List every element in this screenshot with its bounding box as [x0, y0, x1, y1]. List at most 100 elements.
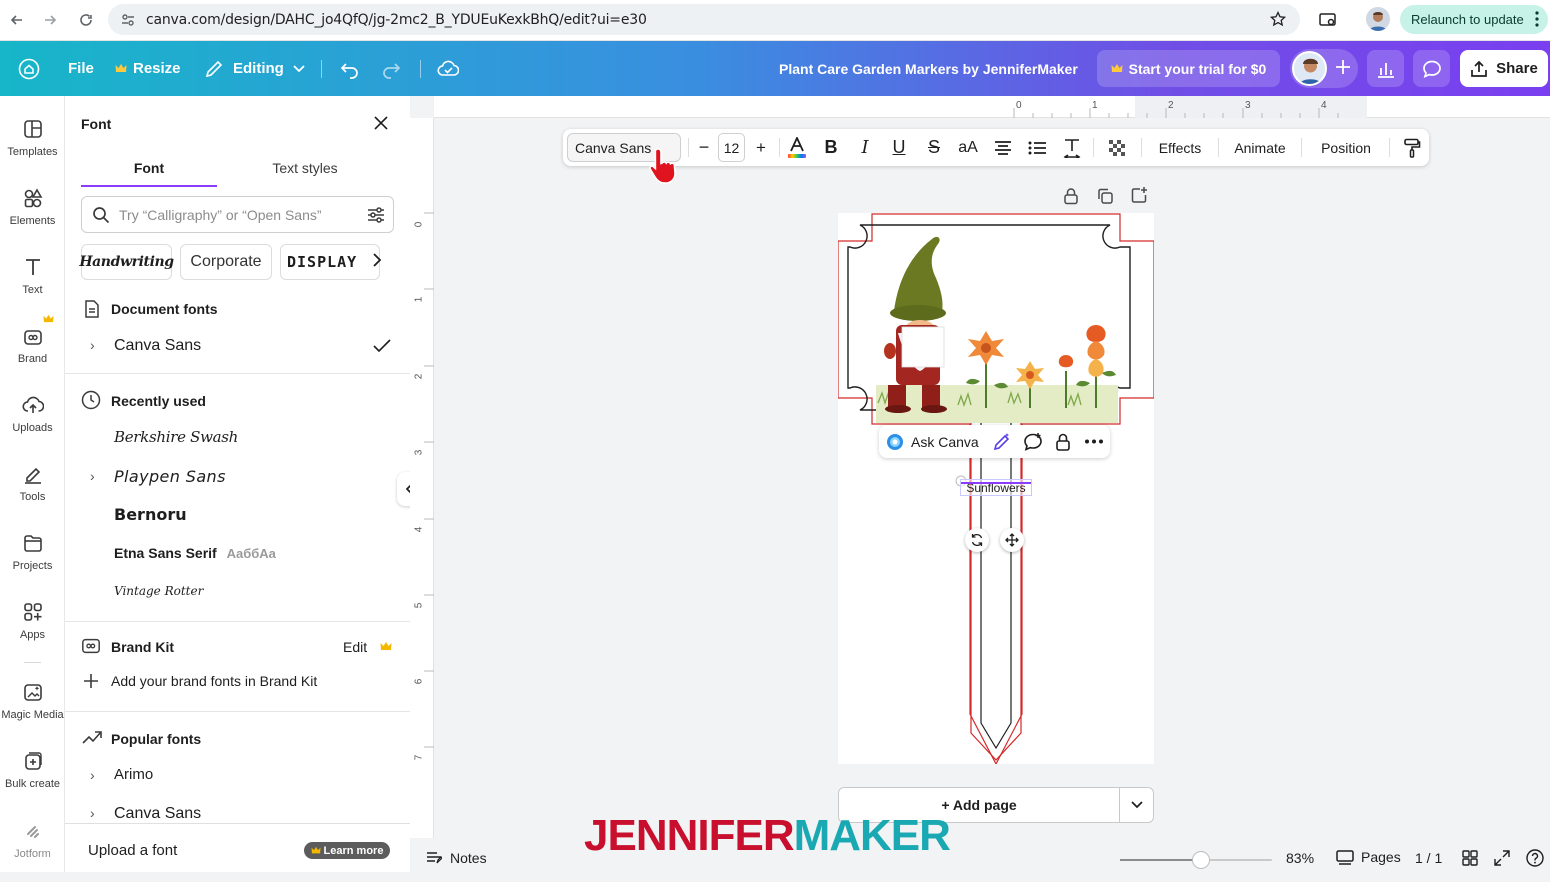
cast-icon[interactable] [1318, 10, 1338, 30]
resize-button[interactable]: Resize [115, 41, 181, 96]
relaunch-button[interactable]: Relaunch to update [1400, 5, 1548, 34]
rotate-handle[interactable] [965, 528, 989, 552]
lock-icon[interactable] [1054, 432, 1072, 452]
rail-projects[interactable]: Projects [0, 532, 65, 594]
zoom-slider-thumb[interactable] [1191, 851, 1210, 869]
expand-chevron-icon[interactable]: › [90, 468, 95, 484]
rail-text[interactable]: Text [0, 256, 65, 318]
font-item-playpen-sans[interactable]: Playpen Sans [114, 467, 226, 486]
font-item-canva-sans-popular[interactable]: Canva Sans [114, 805, 201, 823]
filter-icon[interactable] [366, 206, 386, 224]
site-settings-icon[interactable] [120, 12, 136, 28]
editing-mode-dropdown[interactable]: Editing [204, 41, 305, 96]
learn-more-badge[interactable]: Learn more [304, 842, 390, 859]
file-menu[interactable]: File [68, 41, 94, 96]
font-search-field[interactable]: Try “Calligraphy” or “Open Sans” [81, 196, 394, 233]
collaborators-group[interactable] [1290, 49, 1358, 88]
rail-jotform[interactable]: Jotform [0, 820, 65, 882]
magic-write-icon[interactable] [992, 432, 1012, 452]
position-button[interactable]: Position [1310, 129, 1382, 166]
start-trial-button[interactable]: Start your trial for $0 [1097, 50, 1280, 87]
grid-view-icon[interactable] [1462, 850, 1478, 866]
underline-button[interactable]: U [885, 129, 913, 166]
italic-button[interactable]: I [851, 129, 879, 166]
effects-button[interactable]: Effects [1149, 129, 1211, 166]
add-page-dropdown[interactable] [1120, 788, 1153, 822]
design-page[interactable]: Sunflowers [838, 213, 1154, 764]
font-item-etna-sans-serif[interactable]: Etna Sans Serif AaббAa [114, 545, 276, 561]
font-item-berkshire-swash[interactable]: Berkshire Swash [114, 428, 238, 446]
brand-kit-edit-link[interactable]: Edit [343, 639, 367, 655]
font-size-increase-button[interactable]: + [747, 129, 775, 166]
chip-display[interactable]: DISPLAY [280, 244, 380, 280]
animate-button[interactable]: Animate [1226, 129, 1294, 166]
rail-tools[interactable]: Tools [0, 463, 65, 525]
add-comment-icon[interactable] [1023, 432, 1043, 452]
notes-button[interactable]: Notes [426, 850, 487, 866]
add-element-icon[interactable] [1130, 186, 1148, 204]
redo-button[interactable] [381, 41, 401, 96]
search-input[interactable]: Try “Calligraphy” or “Open Sans” [119, 207, 322, 223]
font-item-canva-sans[interactable]: Canva Sans [114, 337, 201, 355]
more-options-icon[interactable] [1084, 439, 1104, 444]
font-size-input[interactable]: 12 [718, 133, 745, 162]
analytics-button[interactable] [1367, 50, 1404, 87]
list-button[interactable] [1023, 129, 1051, 166]
move-handle[interactable] [1000, 528, 1024, 552]
expand-chevron-icon[interactable]: › [90, 805, 95, 821]
save-status-button[interactable] [437, 41, 459, 96]
expand-chevron-icon[interactable]: › [90, 337, 95, 353]
zoom-level[interactable]: 83% [1286, 850, 1314, 866]
jotform-icon [26, 826, 39, 838]
spacing-button[interactable] [1058, 129, 1086, 166]
chips-next-icon[interactable] [372, 253, 382, 267]
rail-apps[interactable]: Apps [0, 601, 65, 663]
copy-style-button[interactable] [1399, 129, 1425, 166]
home-button[interactable] [18, 41, 40, 96]
bookmark-star-icon[interactable] [1270, 11, 1286, 27]
tab-text-styles[interactable]: Text styles [237, 160, 373, 176]
transparency-button[interactable] [1103, 129, 1131, 166]
letter-case-button[interactable]: aA [954, 129, 982, 166]
lock-element-icon[interactable] [1062, 187, 1080, 205]
zoom-slider-track[interactable] [1120, 851, 1272, 869]
address-bar[interactable]: canva.com/design/DAHC_jo4QfQ/jg-2mc2_B_Y… [108, 4, 1300, 35]
font-item-bernoru[interactable]: Bernoru [114, 505, 187, 524]
expand-chevron-icon[interactable]: › [90, 767, 95, 783]
rail-magic-media[interactable]: Magic Media [0, 681, 65, 743]
text-color-button[interactable] [783, 129, 811, 166]
font-item-vintage-rotter[interactable]: Vintage Rotter [114, 584, 203, 598]
rail-bulk-create[interactable]: Bulk create [0, 750, 65, 812]
add-collaborator-icon[interactable] [1335, 59, 1351, 75]
rail-uploads[interactable]: Uploads [0, 394, 65, 456]
add-brand-fonts-link[interactable]: Add your brand fonts in Brand Kit [111, 673, 317, 689]
pages-button[interactable]: Pages [1336, 849, 1401, 865]
share-button[interactable]: Share [1460, 50, 1548, 87]
help-icon[interactable] [1526, 849, 1544, 867]
forward-icon[interactable] [38, 8, 62, 32]
chip-handwriting[interactable]: Handwriting [79, 244, 174, 280]
font-item-arimo[interactable]: Arimo [114, 766, 153, 783]
design-title[interactable]: Plant Care Garden Markers by JenniferMak… [779, 41, 1078, 96]
font-size-decrease-button[interactable]: − [690, 129, 718, 166]
reload-icon[interactable] [74, 8, 98, 32]
ask-canva-button[interactable]: Ask Canva [886, 432, 979, 452]
close-panel-button[interactable] [373, 115, 389, 131]
strikethrough-button[interactable]: S [920, 129, 948, 166]
user-avatar[interactable] [1292, 51, 1327, 86]
bold-button[interactable]: B [817, 129, 845, 166]
align-button[interactable] [989, 129, 1017, 166]
back-icon[interactable] [5, 8, 29, 32]
upload-font-button[interactable]: Upload a font [88, 842, 177, 859]
duplicate-element-icon[interactable] [1096, 187, 1114, 205]
comments-button[interactable] [1413, 50, 1450, 87]
home-icon [18, 58, 40, 79]
undo-button[interactable] [340, 41, 360, 96]
rail-brand[interactable]: Brand [0, 325, 65, 387]
rail-elements[interactable]: Elements [0, 187, 65, 249]
fullscreen-icon[interactable] [1494, 850, 1510, 866]
profile-avatar[interactable] [1366, 7, 1390, 31]
rail-templates[interactable]: Templates [0, 118, 65, 180]
tab-font[interactable]: Font [81, 160, 217, 176]
chip-corporate[interactable]: Corporate [180, 244, 272, 280]
